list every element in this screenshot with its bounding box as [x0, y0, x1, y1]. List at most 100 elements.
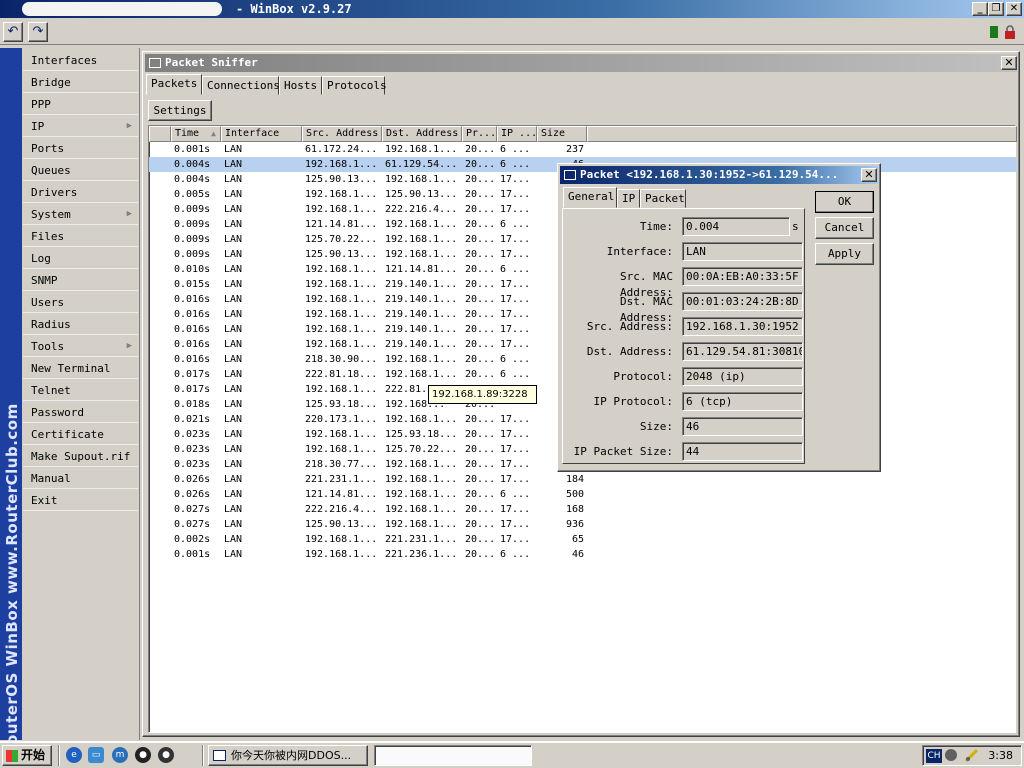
column-header[interactable]: IP ... — [497, 126, 537, 142]
table-row[interactable]: 0.027s LAN 222.216.4... 192.168.1... 20... 17… — [149, 502, 1017, 517]
qq-icon[interactable]: ● — [135, 747, 151, 763]
menu-item-users[interactable]: Users — [23, 292, 138, 313]
time-field[interactable]: 0.004 — [682, 217, 790, 236]
column-header[interactable]: Pr... — [462, 126, 497, 142]
src-address-field[interactable]: 192.168.1.30:1952 — [682, 317, 803, 336]
column-header[interactable]: Size — [537, 126, 587, 142]
column-header[interactable]: Interface — [221, 126, 302, 142]
table-cell: 121.14.81... — [305, 489, 378, 500]
submenu-arrow-icon: ▶ — [126, 341, 132, 351]
undo-icon[interactable]: ↶ — [3, 22, 23, 42]
interface-field[interactable]: LAN — [682, 242, 803, 261]
table-row[interactable]: 0.026s LAN 221.231.1... 192.168.1... 20... 17… — [149, 472, 1017, 487]
qq2-icon[interactable]: ● — [158, 747, 174, 763]
menu-item-log[interactable]: Log — [23, 248, 138, 269]
column-header[interactable]: Dst. Address — [382, 126, 462, 142]
cancel-button[interactable]: Cancel — [815, 217, 874, 239]
dialog-tab-ip[interactable]: IP — [617, 189, 640, 208]
tab-connections[interactable]: Connections — [202, 76, 280, 95]
table-cell: 125.90.13... — [305, 174, 378, 185]
time-label: Time: — [639, 220, 673, 233]
table-cell: 20... — [465, 219, 496, 230]
apply-button[interactable]: Apply — [815, 243, 874, 265]
active-task-button[interactable] — [374, 745, 532, 766]
menu-item-bridge[interactable]: Bridge — [23, 72, 138, 93]
menu-item-ports[interactable]: Ports — [23, 138, 138, 159]
redo-icon[interactable]: ↷ — [28, 22, 48, 42]
column-header[interactable]: Time ▲ — [171, 126, 221, 142]
src-mac-address-field[interactable]: 00:0A:EB:A0:33:5F — [682, 267, 803, 286]
menu-item-new-terminal[interactable]: New Terminal — [23, 358, 138, 379]
menu-item-telnet[interactable]: Telnet — [23, 380, 138, 401]
menu-item-make-supout-rif[interactable]: Make Supout.rif — [23, 446, 138, 467]
menu-item-interfaces[interactable]: Interfaces — [23, 50, 138, 71]
table-cell: LAN — [224, 399, 243, 410]
restore-icon[interactable]: ❐ — [988, 2, 1004, 16]
dialog-tab-general[interactable]: General — [563, 187, 617, 208]
windows-logo-icon — [6, 750, 18, 762]
menu-item-drivers[interactable]: Drivers — [23, 182, 138, 203]
dst-mac-address-field[interactable]: 00:01:03:24:2B:8D — [682, 292, 803, 311]
task-button[interactable]: 你今天你被内网DDOS... — [208, 745, 368, 766]
protocol-field[interactable]: 2048 (ip) — [682, 367, 803, 386]
sniffer-close-icon[interactable]: ✕ — [1001, 56, 1017, 70]
ip-protocol-field[interactable]: 6 (tcp) — [682, 392, 803, 411]
menu-item-system[interactable]: System ▶ — [23, 204, 138, 225]
menu-item-certificate[interactable]: Certificate — [23, 424, 138, 445]
menu-item-manual[interactable]: Manual — [23, 468, 138, 489]
table-cell: 17... — [500, 324, 531, 335]
window-icon — [149, 58, 161, 68]
tab-packets[interactable]: Packets — [146, 74, 202, 95]
table-row[interactable]: 0.001s LAN 61.172.24... 192.168.1... 20... 6 … — [149, 142, 1017, 157]
tab-hosts[interactable]: Hosts — [279, 76, 322, 95]
table-cell: 192.168.1... — [305, 309, 378, 320]
language-indicator[interactable]: CH — [926, 749, 942, 763]
settings-button[interactable]: Settings — [148, 100, 212, 121]
table-row[interactable]: 0.026s LAN 121.14.81... 192.168.1... 20... 6 … — [149, 487, 1017, 502]
dst-address-field[interactable]: 61.129.54.81:30810 — [682, 342, 803, 361]
start-button[interactable]: 开始 — [2, 745, 52, 766]
ip-packet-size-field[interactable]: 44 — [682, 442, 803, 461]
menu-item-exit[interactable]: Exit — [23, 490, 138, 511]
minimize-icon[interactable]: _ — [972, 2, 988, 16]
table-row[interactable]: 0.001s LAN 192.168.1... 221.236.1... 20... 6 … — [149, 547, 1017, 562]
menu-item-files[interactable]: Files — [23, 226, 138, 247]
menu-item-radius[interactable]: Radius — [23, 314, 138, 335]
ok-button[interactable]: OK — [815, 191, 874, 213]
messenger-icon[interactable]: m — [112, 747, 128, 763]
tab-protocols[interactable]: Protocols — [322, 76, 387, 95]
table-cell: 192.168.1... — [385, 354, 458, 365]
size-label: Size: — [639, 420, 673, 433]
table-cell: 20... — [465, 414, 496, 425]
table-cell: 0.023s — [174, 429, 211, 440]
menu-item-password[interactable]: Password — [23, 402, 138, 423]
table-cell: 20... — [465, 264, 496, 275]
ie-icon[interactable]: e — [66, 747, 82, 763]
table-cell: 20... — [465, 339, 496, 350]
main-menu: Interfaces Bridge PPP IP ▶ Ports Queues Drivers… — [22, 48, 140, 740]
table-cell: 218.30.90... — [305, 354, 378, 365]
column-header[interactable]: Src. Address — [302, 126, 382, 142]
tray-app-icon[interactable] — [945, 749, 957, 761]
dialog-close-icon[interactable]: ✕ — [861, 168, 877, 182]
network-icon[interactable] — [964, 748, 979, 763]
table-cell: 17... — [500, 429, 531, 440]
table-row[interactable]: 0.002s LAN 192.168.1... 221.231.1... 20... 17… — [149, 532, 1017, 547]
menu-item-ppp[interactable]: PPP — [23, 94, 138, 115]
close-icon[interactable]: ✕ — [1006, 2, 1022, 16]
dialog-tab-packet[interactable]: Packet — [640, 189, 686, 208]
interface-label: Interface: — [606, 245, 673, 258]
table-cell: 221.236.1... — [385, 549, 458, 560]
menu-item-tools[interactable]: Tools ▶ — [23, 336, 138, 357]
table-cell: LAN — [224, 429, 243, 440]
menu-item-snmp[interactable]: SNMP — [23, 270, 138, 291]
table-cell: 0.009s — [174, 249, 211, 260]
desktop-icon[interactable]: ▭ — [88, 747, 104, 763]
table-row[interactable]: 0.027s LAN 125.90.13... 192.168.1... 20... 17… — [149, 517, 1017, 532]
menu-item-label: Certificate — [31, 428, 104, 441]
menu-item-queues[interactable]: Queues — [23, 160, 138, 181]
table-cell: 192.168.1... — [385, 234, 458, 245]
size-field[interactable]: 46 — [682, 417, 803, 436]
menu-item-ip[interactable]: IP ▶ — [23, 116, 138, 137]
table-cell: 0.017s — [174, 369, 211, 380]
